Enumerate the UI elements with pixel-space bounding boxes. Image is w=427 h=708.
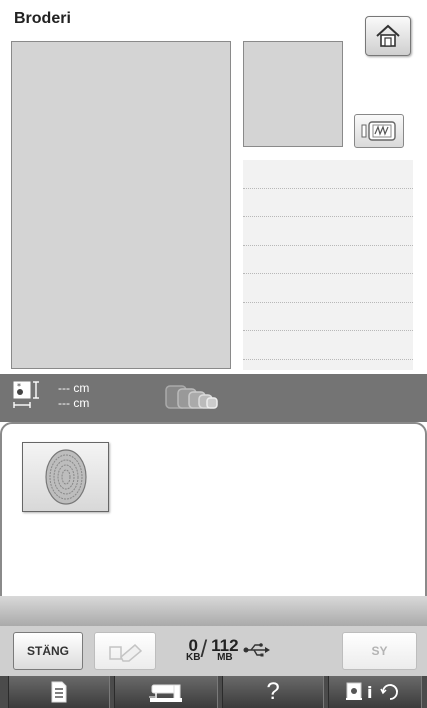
sewing-guide-button[interactable] bbox=[8, 676, 110, 708]
thread-settings-button[interactable]: i bbox=[328, 676, 422, 708]
pattern-size-icon: * bbox=[13, 381, 39, 408]
info-line bbox=[243, 330, 413, 331]
pattern-width-value: --- cm bbox=[58, 396, 90, 410]
hoop-size-icon bbox=[165, 385, 218, 409]
info-line bbox=[243, 216, 413, 217]
memory-used-unit: KB bbox=[186, 651, 201, 663]
hoop-preview-button[interactable] bbox=[354, 114, 404, 148]
pattern-thumbnail[interactable] bbox=[22, 442, 109, 512]
page-title: Broderi bbox=[14, 10, 71, 27]
document-icon bbox=[51, 681, 67, 703]
bottom-nav: ? i bbox=[0, 676, 427, 708]
svg-text:i: i bbox=[367, 683, 372, 702]
pattern-size-bar: * --- cm --- cm bbox=[0, 374, 427, 422]
pattern-info-area bbox=[243, 160, 413, 370]
memory-total-value: 112 bbox=[211, 635, 239, 655]
info-line bbox=[243, 188, 413, 189]
memory-total: 112 MB bbox=[211, 635, 239, 663]
sewing-machine-icon bbox=[149, 684, 182, 702]
embroidery-preview-small bbox=[243, 41, 343, 147]
info-line bbox=[243, 302, 413, 303]
info-line bbox=[243, 359, 413, 360]
memory-used-value: 0 bbox=[188, 635, 198, 655]
pattern-list-footer bbox=[0, 596, 427, 626]
help-button[interactable]: ? bbox=[222, 676, 324, 708]
memory-separator: / bbox=[200, 636, 208, 663]
machine-settings-button[interactable] bbox=[114, 676, 218, 708]
embroidery-preview-large bbox=[11, 41, 231, 369]
svg-text:*: * bbox=[17, 382, 21, 391]
memory-indicator: 0 KB / 112 MB bbox=[186, 636, 271, 664]
home-icon bbox=[376, 24, 400, 47]
needle-info-icon: i bbox=[346, 682, 398, 702]
close-button[interactable]: STÄNG bbox=[13, 632, 83, 670]
pattern-height-value: --- cm bbox=[58, 381, 90, 395]
home-button[interactable] bbox=[365, 16, 411, 56]
info-line bbox=[243, 273, 413, 274]
embroidery-frame-icon bbox=[361, 121, 396, 141]
fingerprint-pattern-icon bbox=[44, 449, 87, 505]
memory-used: 0 KB bbox=[186, 635, 201, 663]
delete-button[interactable] bbox=[94, 632, 156, 670]
sew-button[interactable]: SY bbox=[342, 632, 417, 670]
usb-icon bbox=[243, 643, 270, 657]
info-line bbox=[243, 245, 413, 246]
eraser-icon bbox=[109, 643, 143, 662]
